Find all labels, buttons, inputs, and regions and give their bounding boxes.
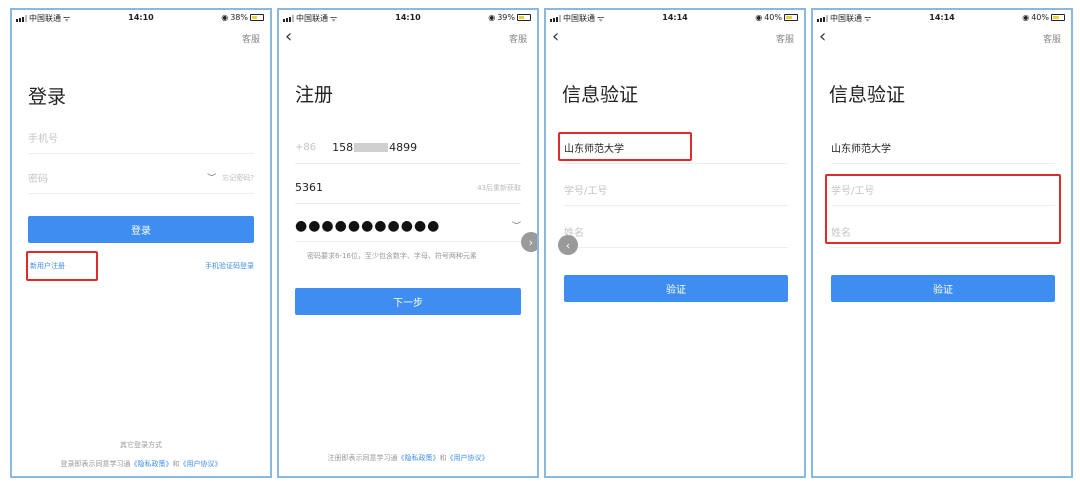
password-input[interactable]: 密码 ︶ 忘记密码? (28, 162, 254, 194)
customer-service-link[interactable]: 客服 (1043, 32, 1061, 45)
phone-suffix: 4899 (389, 141, 418, 154)
battery-percent: 39% (497, 13, 515, 22)
battery-icon (784, 14, 798, 21)
location-icon: ◉ (755, 13, 763, 22)
login-screen: 中国联通 ᯤ 14:10 ◉ 38% 客服 登录 手机号 密码 ︶ 忘记密码? 登录 … (10, 8, 272, 478)
chevron-left-icon[interactable]: ‹ (558, 235, 578, 255)
privacy-policy-link[interactable]: 《隐私政策》 (131, 460, 173, 468)
location-icon: ◉ (221, 13, 229, 22)
masked-digits (354, 143, 389, 152)
student-id-input[interactable]: 学号/工号 (564, 174, 788, 206)
agreement-and: 和 (439, 454, 447, 462)
other-login-methods[interactable]: 其它登录方式 (12, 440, 270, 450)
password-dots: ●●●●●●●●●●● (295, 217, 441, 234)
customer-service-link[interactable]: 客服 (242, 32, 260, 45)
country-code[interactable]: +86 (295, 142, 316, 153)
page-title: 注册 (295, 84, 334, 106)
battery-percent: 40% (1031, 13, 1049, 22)
next-button[interactable]: 下一步 (295, 288, 521, 315)
battery-icon (1051, 14, 1065, 21)
highlight-box (825, 174, 1061, 244)
phone-input[interactable]: 手机号 (28, 122, 254, 154)
student-id-placeholder: 学号/工号 (564, 186, 608, 197)
name-input[interactable]: 姓名 (564, 216, 788, 248)
status-bar: 中国联通 ᯤ 14:14 ◉ 40% (546, 12, 804, 26)
phone-input[interactable]: +86 158 4899 (295, 132, 521, 164)
agreement-and: 和 (172, 460, 180, 468)
page-title: 登录 (28, 86, 67, 108)
phone-placeholder: 手机号 (28, 134, 58, 145)
school-value: 山东师范大学 (831, 144, 891, 155)
page-title: 信息验证 (562, 84, 639, 106)
battery-percent: 40% (764, 13, 782, 22)
verify-button[interactable]: 验证 (831, 275, 1055, 302)
screenshot-stage: 中国联通 ᯤ 14:10 ◉ 38% 客服 登录 手机号 密码 ︶ 忘记密码? 登录 … (0, 0, 1080, 482)
agreement-text: 登录即表示同意学习通《隐私政策》和《用户协议》 (12, 459, 270, 469)
location-icon: ◉ (1022, 13, 1030, 22)
chevron-left-icon[interactable]: ‹ (819, 28, 826, 46)
privacy-policy-link[interactable]: 《隐私政策》 (398, 454, 440, 462)
phone-prefix: 158 (332, 141, 354, 154)
chevron-right-icon[interactable]: › (521, 232, 537, 252)
verification-code-input[interactable]: 5361 43后重新获取 (295, 172, 521, 204)
battery-percent: 38% (230, 13, 248, 22)
user-agreement-link[interactable]: 《用户协议》 (180, 460, 222, 468)
verify-screen-fields: 中国联通 ᯤ 14:14 ◉ 40% ‹ 客服 信息验证 山东师范大学 学号/工号 … (811, 8, 1073, 478)
sms-login-link[interactable]: 手机验证码登录 (205, 261, 254, 271)
password-placeholder: 密码 (28, 174, 48, 185)
login-button[interactable]: 登录 (28, 216, 254, 243)
register-screen: 中国联通 ᯤ 14:10 ◉ 39% ‹ 客服 注册 +86 158 4899 53… (277, 8, 539, 478)
school-field[interactable]: 山东师范大学 (831, 132, 1055, 164)
code-value: 5361 (295, 181, 323, 194)
verify-screen-school: 中国联通 ᯤ 14:14 ◉ 40% ‹ 客服 信息验证 山东师范大学 学号/工号 … (544, 8, 806, 478)
highlight-box (558, 132, 692, 161)
status-bar: 中国联通 ᯤ 14:10 ◉ 39% (279, 12, 537, 26)
customer-service-link[interactable]: 客服 (776, 32, 794, 45)
page-title: 信息验证 (829, 84, 906, 106)
resend-countdown: 43后重新获取 (477, 183, 521, 192)
agreement-prefix: 注册即表示同意学习通 (327, 454, 398, 462)
battery-icon (250, 14, 264, 21)
eye-closed-icon[interactable]: ︶ (512, 219, 521, 232)
status-bar: 中国联通 ᯤ 14:14 ◉ 40% (813, 12, 1071, 26)
status-bar: 中国联通 ᯤ 14:10 ◉ 38% (12, 12, 270, 26)
user-agreement-link[interactable]: 《用户协议》 (447, 454, 489, 462)
agreement-text: 注册即表示同意学习通《隐私政策》和《用户协议》 (279, 453, 537, 463)
battery-icon (517, 14, 531, 21)
eye-closed-icon[interactable]: ︶ (207, 171, 216, 184)
forgot-password-link[interactable]: 忘记密码? (222, 173, 254, 183)
password-hint: 密码要求6-16位，至少包含数字、字母、符号两种元素 (307, 252, 477, 260)
location-icon: ◉ (488, 13, 496, 22)
chevron-left-icon[interactable]: ‹ (285, 28, 292, 46)
agreement-prefix: 登录即表示同意学习通 (60, 460, 131, 468)
highlight-box (26, 251, 98, 281)
customer-service-link[interactable]: 客服 (509, 32, 527, 45)
chevron-left-icon[interactable]: ‹ (552, 28, 559, 46)
password-input[interactable]: ●●●●●●●●●●● ︶ (295, 210, 521, 242)
verify-button[interactable]: 验证 (564, 275, 788, 302)
